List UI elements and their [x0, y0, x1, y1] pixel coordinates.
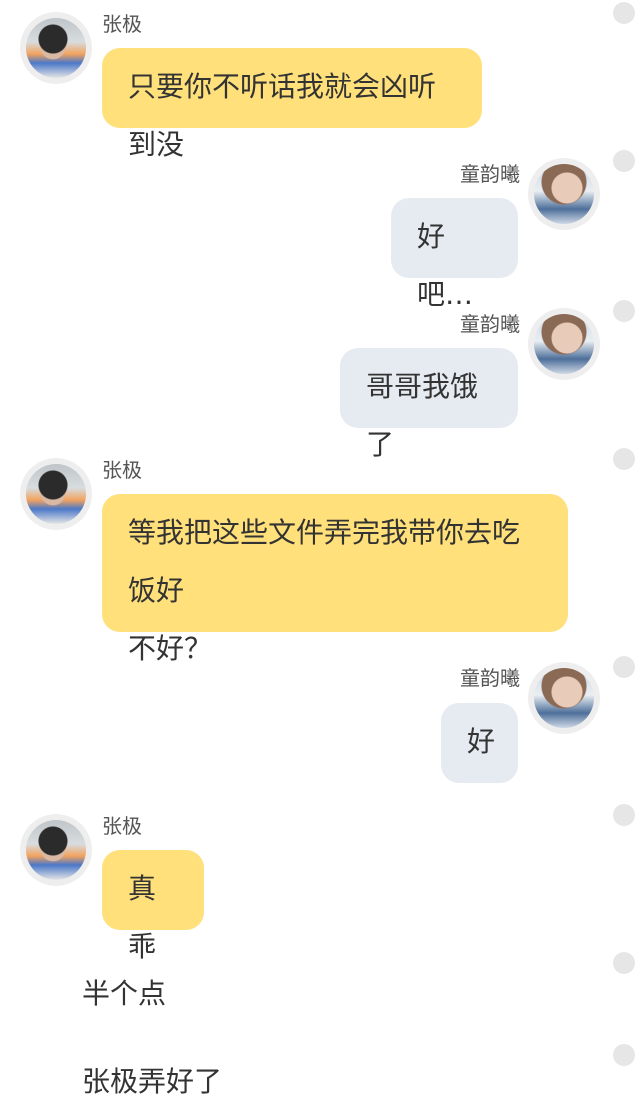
chat-bubble[interactable]: 哥哥我饿了 — [340, 348, 518, 461]
chat-bubble[interactable]: 等我把这些文件弄完我带你去吃饭好 不好？ — [102, 494, 568, 665]
sender-name: 张极 — [102, 458, 142, 482]
avatar-image — [534, 668, 594, 728]
avatar-zhangji[interactable] — [20, 458, 92, 530]
avatar-tongyunxi[interactable] — [528, 662, 600, 734]
select-dot-icon[interactable] — [613, 656, 635, 678]
sender-name: 张极 — [102, 814, 142, 838]
chat-bubble[interactable]: 好 — [441, 703, 518, 783]
chat-bubble[interactable]: 好吧… — [391, 198, 518, 311]
avatar-image — [26, 18, 86, 78]
narration-text: 半个点 — [82, 977, 167, 1010]
select-dot-icon[interactable] — [613, 1044, 635, 1066]
chat-bubble[interactable]: 真乖 — [102, 850, 204, 963]
sender-name: 张极 — [102, 12, 142, 36]
avatar-tongyunxi[interactable] — [528, 158, 600, 230]
select-dot-icon[interactable] — [613, 150, 635, 172]
avatar-image — [534, 314, 594, 374]
select-dot-icon[interactable] — [613, 2, 635, 24]
avatar-zhangji[interactable] — [20, 814, 92, 886]
avatar-image — [26, 464, 86, 524]
sender-name: 童韵曦 — [460, 666, 520, 690]
select-dot-icon[interactable] — [613, 952, 635, 974]
avatar-zhangji[interactable] — [20, 12, 92, 84]
chat-bubble-line: 等我把这些文件弄完我带你去吃饭好 — [128, 516, 521, 607]
sender-name: 童韵曦 — [460, 312, 520, 336]
avatar-image — [534, 164, 594, 224]
avatar-tongyunxi[interactable] — [528, 308, 600, 380]
sender-name: 童韵曦 — [460, 162, 520, 186]
avatar-image — [26, 820, 86, 880]
chat-bubble[interactable]: 只要你不听话我就会凶听到没 — [102, 48, 482, 161]
select-dot-icon[interactable] — [613, 448, 635, 470]
select-dot-icon[interactable] — [613, 300, 635, 322]
narration-text: 张极弄好了 — [82, 1065, 223, 1098]
select-dot-icon[interactable] — [613, 804, 635, 826]
